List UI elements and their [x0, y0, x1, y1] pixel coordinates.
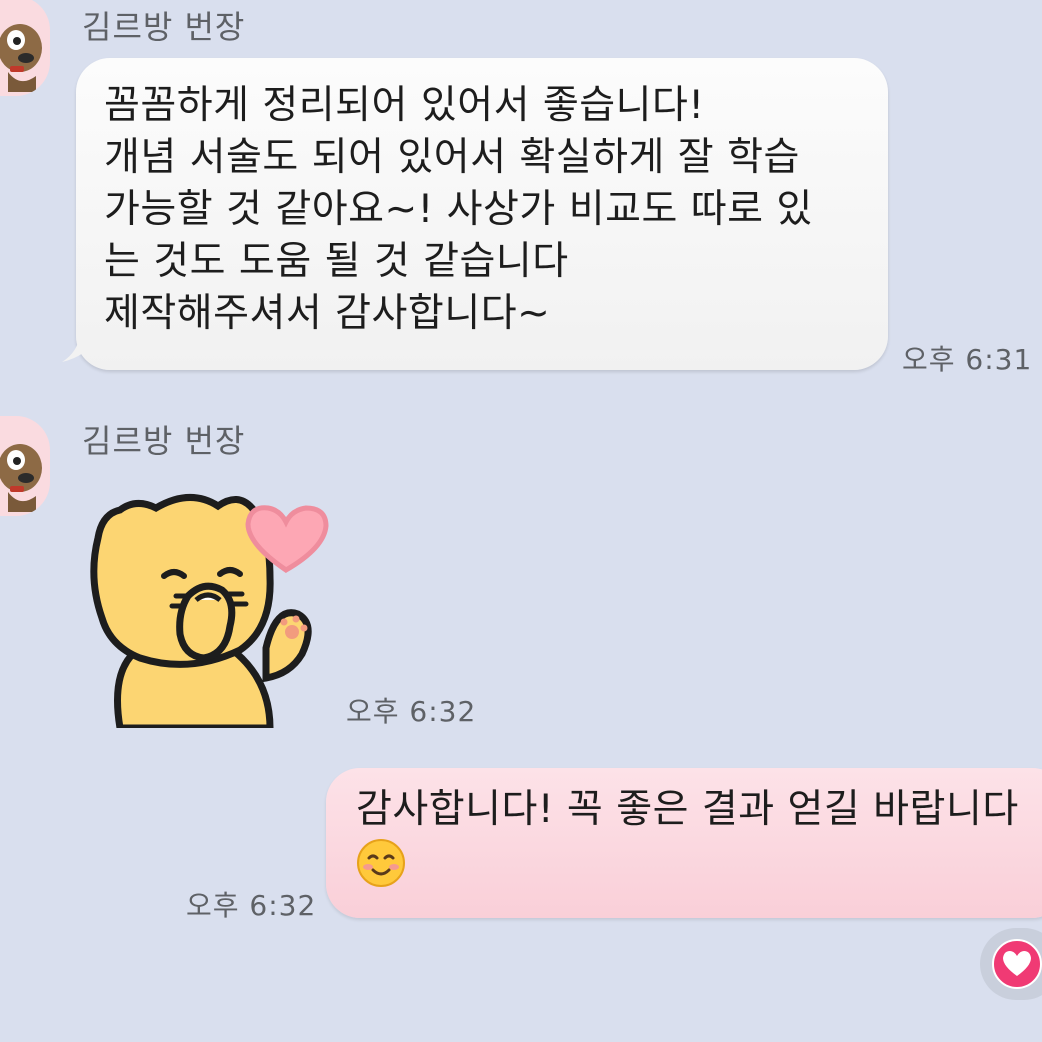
message-line: 꼼꼼하게 정리되어 있어서 좋습니다!: [104, 83, 705, 128]
cat-heart-sticker[interactable]: [80, 478, 340, 728]
message-line: 개념 서술도 되어 있어서 확실하게 잘 학습: [104, 135, 800, 180]
dog-avatar-icon: [0, 444, 42, 512]
sender-avatar[interactable]: [0, 0, 50, 96]
outgoing-message-bubble[interactable]: 감사합니다! 꼭 좋은 결과 얻길 바랍니다: [326, 768, 1042, 918]
dog-avatar-icon: [0, 24, 42, 92]
message-line: 가능할 것 같아요~! 사상가 비교도 따로 있: [104, 187, 813, 232]
bubble-tail-icon: [62, 334, 100, 362]
reaction-button[interactable]: [980, 928, 1042, 1000]
message-time: 오후 6:32: [346, 695, 477, 728]
message-line: 는 것도 도움 될 것 같습니다: [104, 239, 569, 284]
message-time: 오후 6:32: [186, 889, 317, 922]
message-time: 오후 6:31: [902, 343, 1033, 376]
incoming-message-bubble[interactable]: 꼼꼼하게 정리되어 있어서 좋습니다! 개념 서술도 되어 있어서 확실하게 잘…: [76, 58, 888, 370]
heart-icon: [992, 939, 1042, 989]
message-line: 감사합니다! 꼭 좋은 결과 얻길 바랍니다: [356, 787, 1019, 832]
smiling-face-icon: [357, 839, 405, 887]
sender-name: 김르방 번장: [82, 8, 246, 46]
message-line: 제작해주셔서 감사합니다~: [104, 291, 551, 336]
sender-avatar[interactable]: [0, 416, 50, 516]
sender-name: 김르방 번장: [82, 422, 246, 460]
